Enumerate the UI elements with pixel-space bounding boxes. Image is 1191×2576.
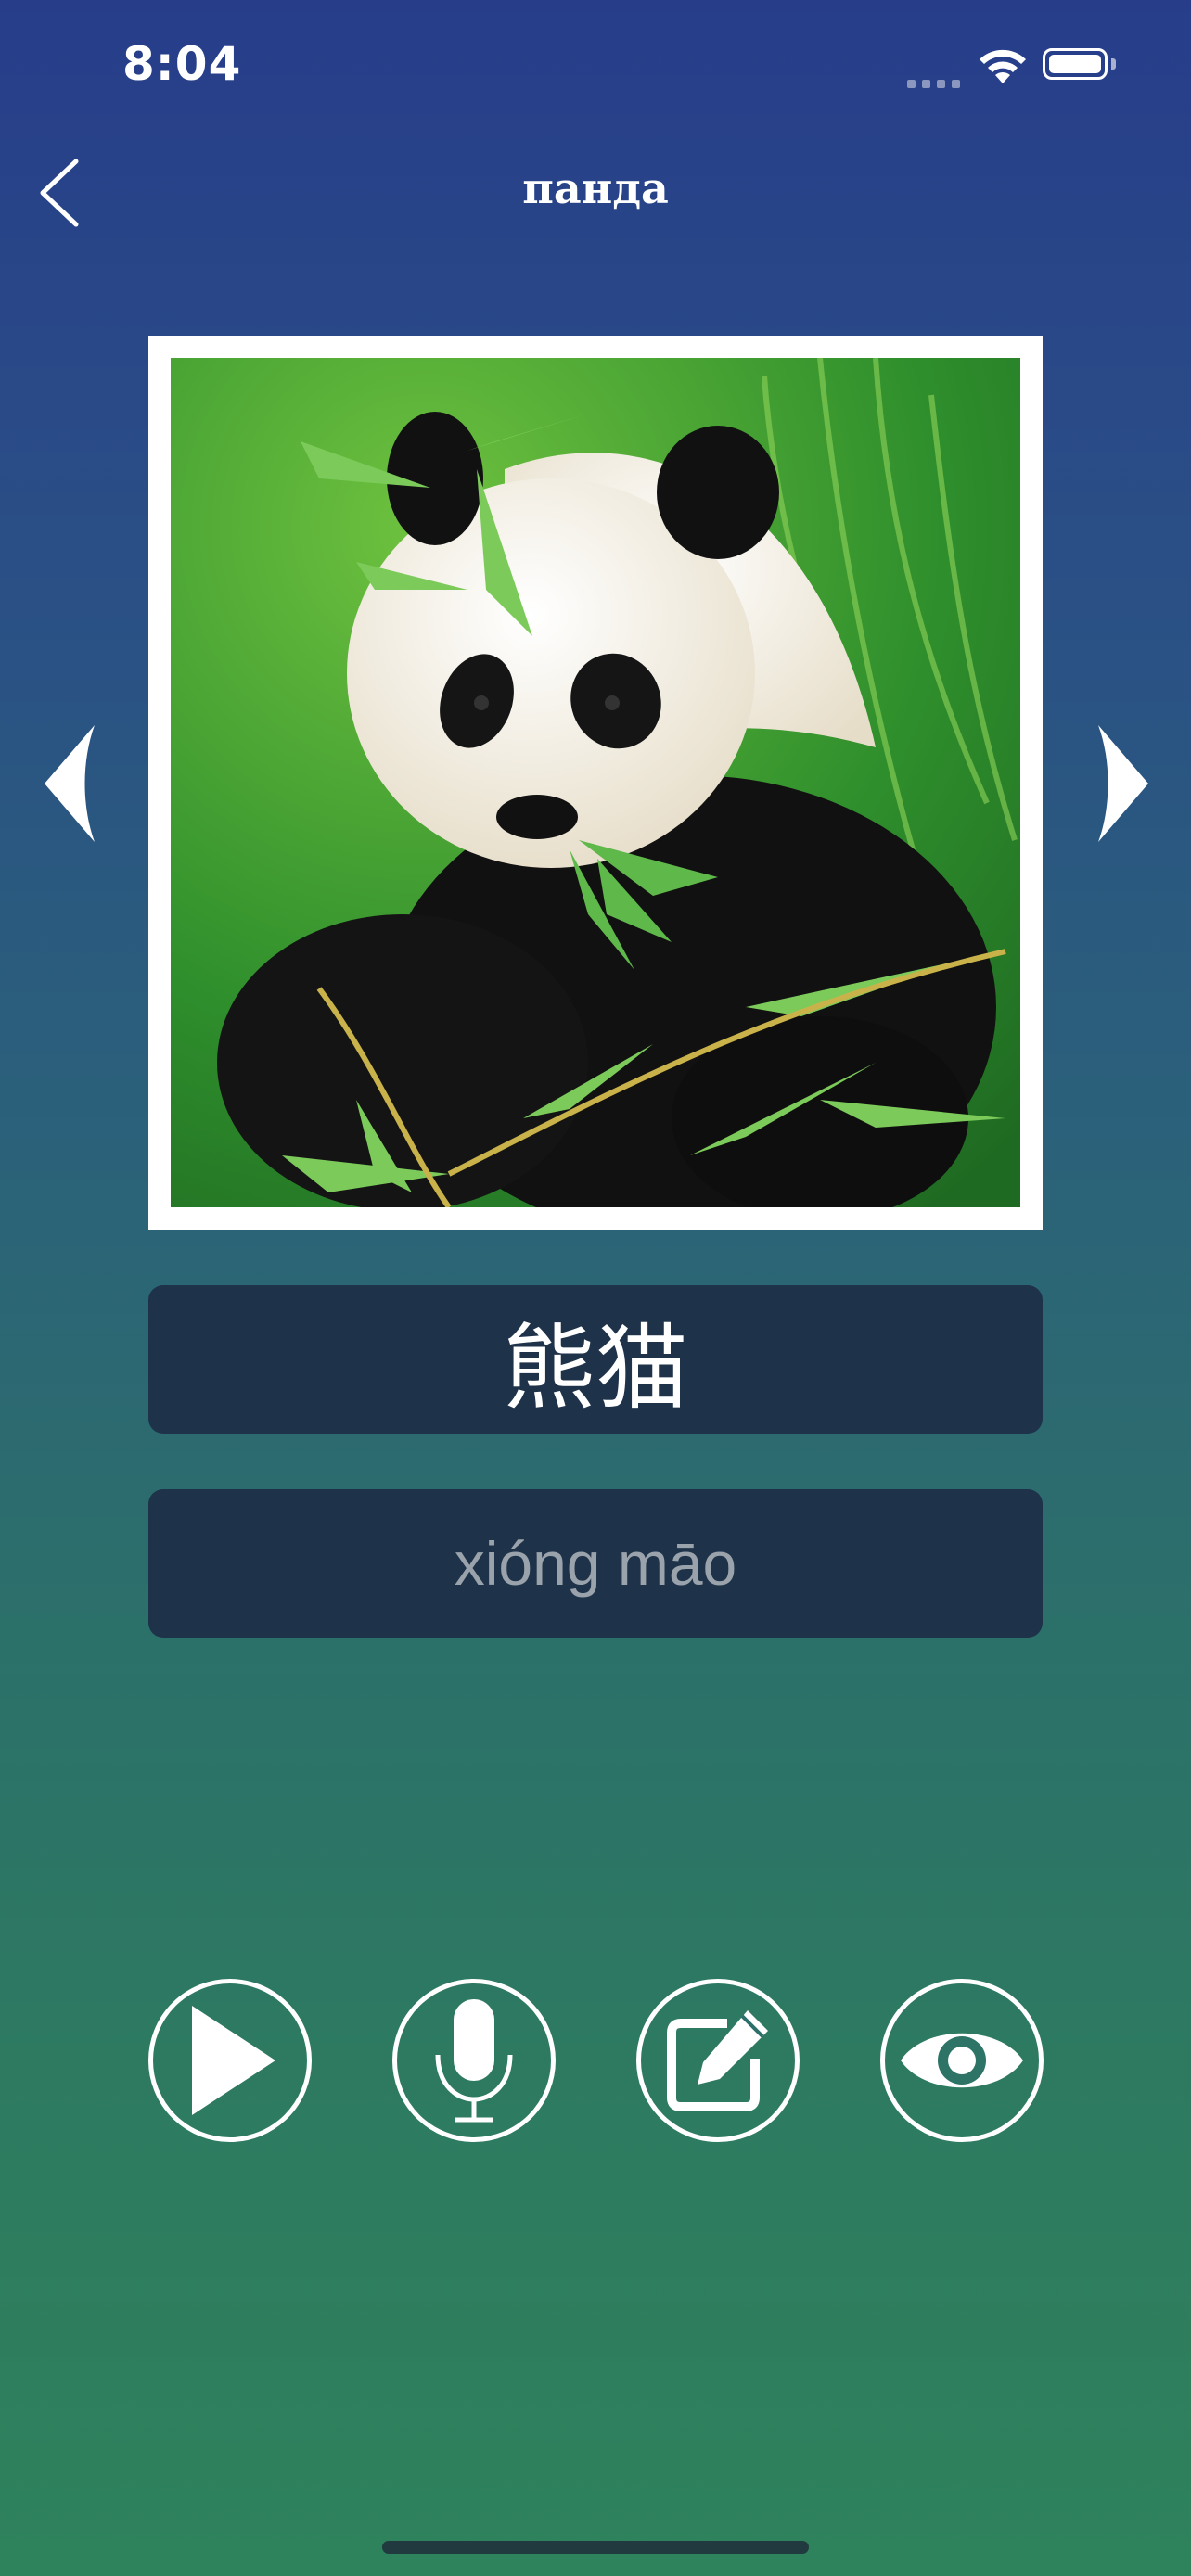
panda-image [171,358,1020,1207]
status-bar: 8:04 [0,0,1191,130]
play-button[interactable] [148,1979,312,2142]
wifi-icon [980,49,1026,83]
panda-image-frame [148,336,1043,1230]
triangle-right-icon[interactable] [1095,723,1152,844]
battery-icon [1043,48,1108,80]
home-indicator [382,2541,809,2554]
eye-icon [901,2033,1023,2088]
reveal-button[interactable] [880,1979,1044,2142]
hanzi-card: 熊猫 [148,1285,1043,1434]
status-time: 8:04 [122,37,242,91]
page-title: панда [522,163,669,213]
record-button[interactable] [392,1979,556,2142]
edit-icon [667,2010,768,2111]
triangle-left-icon[interactable] [41,723,98,844]
cellular-signal-icon [907,74,967,92]
write-button[interactable] [636,1979,800,2142]
pinyin-card: xióng māo [148,1489,1043,1638]
microphone-icon [435,1999,513,2123]
battery-cap [1111,58,1116,70]
play-icon [192,2006,275,2115]
